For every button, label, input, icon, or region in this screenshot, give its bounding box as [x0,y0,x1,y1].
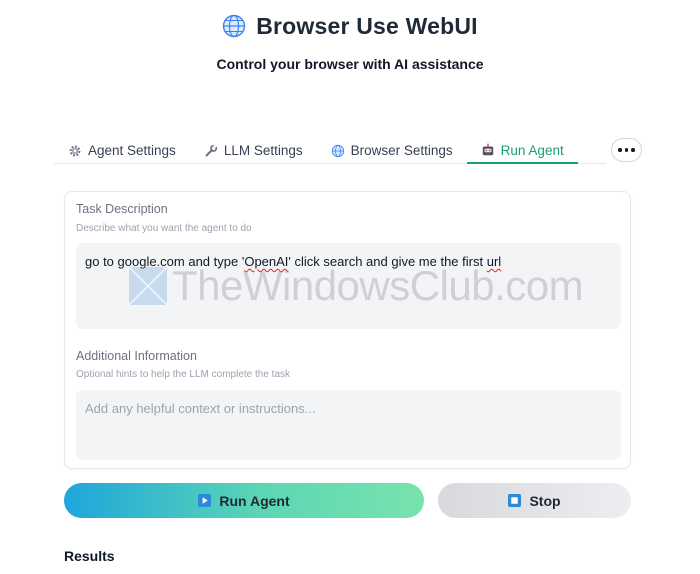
tab-label: Run Agent [500,142,564,158]
additional-info-hint: Optional hints to help the LLM complete … [76,369,291,380]
task-text-misspelled: OpenAI [244,254,289,269]
page-title: Browser Use WebUI [256,12,478,39]
tab-run-agent[interactable]: Run Agent [466,138,578,164]
robot-icon [482,143,493,156]
tab-label: Browser Settings [350,143,453,158]
page-subtitle: Control your browser with AI assistance [216,56,484,72]
stop-icon [508,494,522,507]
dot-icon [624,148,629,152]
task-text-misspelled: url [486,254,502,269]
globe-icon [223,14,246,38]
wrench-icon [205,143,217,156]
app-header: Browser Use WebUI Control your browser w… [0,12,700,73]
more-options-button[interactable] [611,138,642,162]
tab-agent-settings[interactable]: Agent Settings [54,138,190,163]
task-description-hint: Describe what you want the agent to do [76,223,252,234]
globe-icon [331,144,344,157]
run-agent-button[interactable]: Run Agent [64,483,424,518]
tab-label: Agent Settings [88,143,176,158]
task-card: Task Description Describe what you want … [64,191,631,469]
additional-info-label: Additional Information [76,349,197,363]
stop-label: Stop [529,492,561,509]
tab-bar: Agent Settings LLM Settings Browser Sett… [54,138,606,164]
run-agent-label: Run Agent [219,492,290,509]
title-row: Browser Use WebUI [0,12,700,40]
dot-icon [618,148,622,152]
task-text-part: go to google.com and type ' [85,254,245,269]
task-text-part: ' click search and give me the first [288,254,487,269]
results-heading: Results [64,548,115,564]
gear-icon [69,145,81,156]
dot-icon [631,148,635,152]
task-description-input[interactable]: go to google.com and type 'OpenAI' click… [76,243,621,329]
tab-label: LLM Settings [223,143,303,158]
additional-info-input[interactable]: Add any helpful context or instructions.… [76,390,621,460]
tab-browser-settings[interactable]: Browser Settings [317,138,467,163]
tab-llm-settings[interactable]: LLM Settings [190,138,317,163]
task-description-label: Task Description [76,202,168,216]
play-icon [198,494,212,507]
stop-button[interactable]: Stop [438,483,631,518]
